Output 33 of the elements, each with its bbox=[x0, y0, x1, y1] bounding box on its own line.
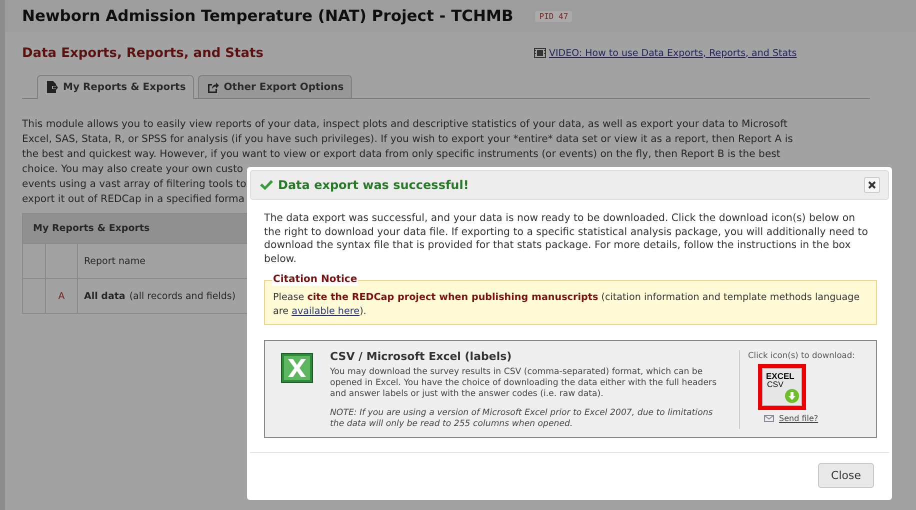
close-icon[interactable] bbox=[864, 177, 880, 193]
citation-title: Citation Notice bbox=[272, 274, 358, 286]
dialog-title: Data export was successful! bbox=[278, 178, 470, 192]
csv-download-button[interactable]: EXCEL CSV bbox=[758, 364, 806, 410]
video-link[interactable]: VIDEO: How to use Data Exports, Reports, and Stats bbox=[534, 48, 797, 58]
page-heading: Data Exports, Reports, and Stats bbox=[22, 46, 264, 60]
intro-text: Excel, SAS, Stata, R, or SPSS for analysis (if you have such privileges). If you wish to export your *entire* data set or view it as a report, then Report A is bbox=[22, 133, 793, 147]
spreadsheet-icon bbox=[281, 352, 313, 383]
citation-text: Please cite the REDCap project when publishing manuscripts (citation information and template methods language are available here). bbox=[273, 291, 861, 319]
export-note: NOTE: If you are using a version of Microsoft Excel prior to Excel 2007, due to limitations the data will only be read to 255 columns when opened. bbox=[330, 408, 714, 430]
intro-text: events using a vast array of filtering tools to bbox=[22, 178, 246, 192]
file-export-icon bbox=[46, 81, 58, 93]
intro-text: This module allows you to easily view reports of your data, inspect plots and descriptive statistics of your data, as well as export your data to Microsoft bbox=[22, 118, 788, 132]
close-button[interactable]: Close bbox=[818, 462, 874, 488]
checkmark-icon bbox=[259, 179, 273, 191]
dialog-message: The data export was successful, and your data is now ready to be downloaded. Click the download icon(s) below on the right to download your data file. If exporting to a specific statistical analysis package, you will additionally need to download the syntax file that is provided for that stats package. For more details, follow the instructions in the box below. bbox=[264, 212, 869, 266]
envelope-icon bbox=[764, 414, 774, 422]
project-id-badge: PID 47 bbox=[535, 10, 572, 22]
project-title: Newborn Admission Temperature (NAT) Project - TCHMB bbox=[22, 7, 514, 25]
tab[interactable]: My Reports & Exports bbox=[37, 75, 194, 99]
intro-text: export it out of REDCap in a specified forma bbox=[22, 193, 245, 207]
share-icon bbox=[206, 81, 219, 93]
download-hint: Click icon(s) to download: bbox=[748, 350, 855, 360]
column-header: Report name bbox=[83, 254, 146, 268]
report-letter: A bbox=[46, 279, 78, 313]
tab[interactable]: Other Export Options bbox=[198, 75, 352, 98]
export-description: You may download the survey results in CSV (comma-separated) format, which can be opened in Excel. You have the choice of downloading the data either with the full headers and answer labels or just with the answer codes (i.e. raw data). bbox=[330, 366, 718, 400]
intro-text: choice. You may also create your own custo bbox=[22, 163, 244, 177]
export-title: CSV / Microsoft Excel (labels) bbox=[330, 350, 513, 363]
film-icon bbox=[534, 48, 546, 58]
send-file-link[interactable]: Send file? bbox=[779, 414, 818, 423]
intro-text: the best and quickest way. However, if you want to view or export data from only specific instruments (or events) on the fly, then Report B is the best bbox=[22, 148, 780, 162]
available-here-link[interactable]: available here bbox=[292, 306, 360, 317]
